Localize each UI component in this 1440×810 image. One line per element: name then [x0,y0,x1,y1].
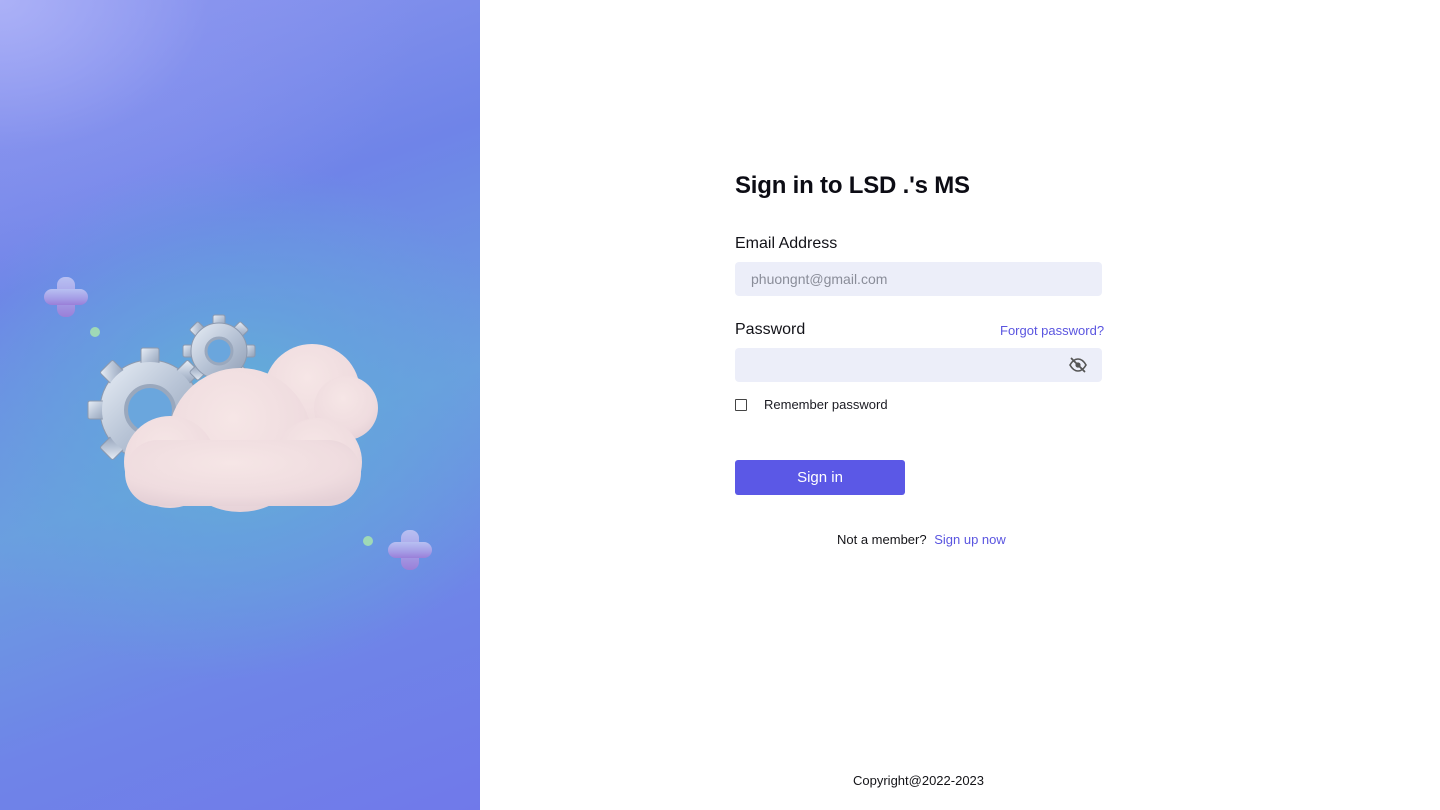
plus-shape [388,530,432,570]
email-field[interactable] [735,262,1102,296]
remember-checkbox[interactable] [735,399,747,411]
remember-label: Remember password [764,397,888,412]
forgot-password-link[interactable]: Forgot password? [1000,323,1104,338]
copyright-text: Copyright@2022-2023 [853,773,985,788]
signup-row: Not a member? Sign up now [837,532,1006,547]
page-title: Sign in to LSD .'s MS [735,172,970,199]
email-label: Email Address [735,235,838,252]
hero-panel [0,0,480,810]
password-label: Password [735,321,806,338]
password-field[interactable] [735,348,1102,382]
plus-shape [44,277,88,317]
sign-in-form: Sign in to LSD .'s MS Email Address Pass… [480,0,1440,810]
signup-prompt: Not a member? [837,532,927,547]
eye-off-icon[interactable] [1069,357,1087,373]
dot-shape [363,536,373,546]
dot-shape [90,327,100,337]
sign-up-link[interactable]: Sign up now [934,532,1006,547]
sign-in-button[interactable]: Sign in [735,460,905,495]
hero-illustration [44,277,432,570]
